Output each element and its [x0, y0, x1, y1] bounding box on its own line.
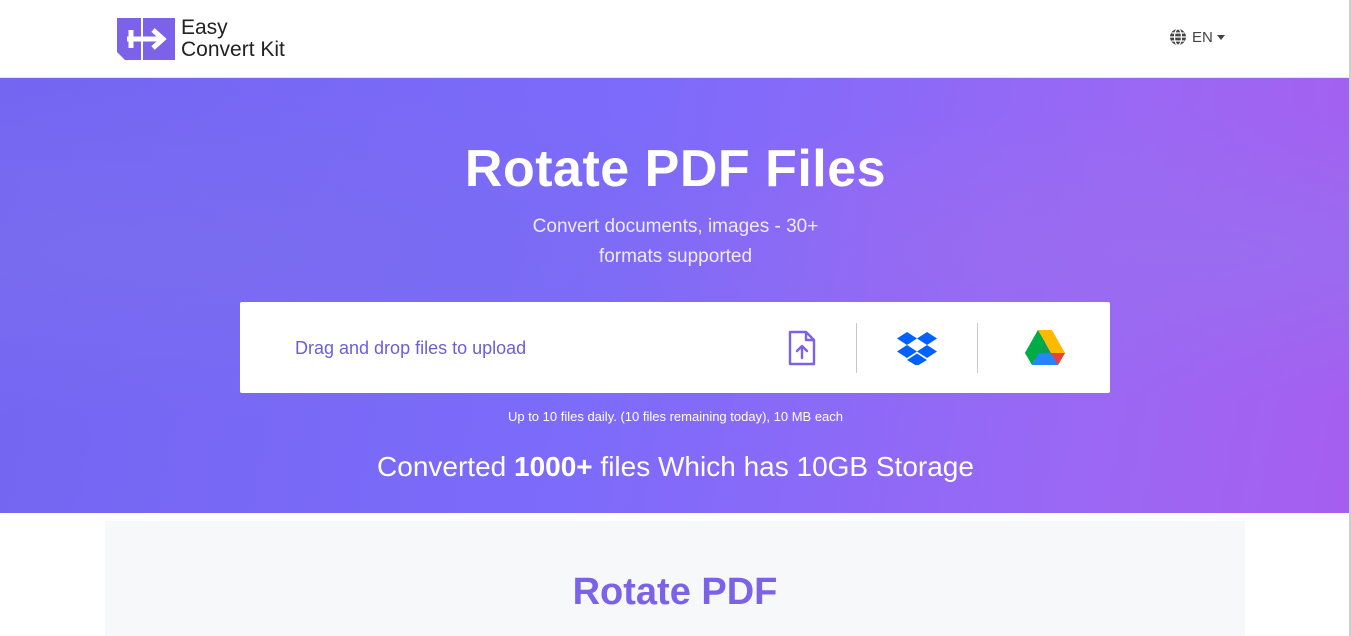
dropbox-icon	[897, 331, 937, 365]
page-title: Rotate PDF Files	[464, 140, 887, 198]
brand-name-line2: Convert Kit	[181, 38, 285, 61]
chevron-down-icon	[1216, 34, 1225, 40]
top-navbar: Easy Convert Kit EN	[0, 0, 1351, 78]
section-title: Rotate PDF	[572, 571, 778, 613]
language-label: EN	[1192, 28, 1213, 46]
hero-subtitle-line1: Convert documents, images - 30+	[532, 216, 819, 237]
hero-section: Rotate PDF Files Convert documents, imag…	[0, 78, 1351, 513]
logo-arrow-icon	[117, 18, 175, 60]
language-selector[interactable]: EN	[1169, 28, 1225, 46]
brand-name-line1: Easy	[181, 16, 228, 39]
upload-limits-text: Up to 10 files daily. (10 files remainin…	[507, 409, 844, 424]
upload-from-dropbox-button[interactable]	[892, 302, 942, 393]
stats-prefix: Converted	[377, 451, 515, 482]
file-upload-icon	[788, 330, 816, 365]
upload-from-google-drive-button[interactable]	[1020, 302, 1070, 393]
brand-logo[interactable]: Easy Convert Kit	[117, 17, 285, 61]
conversion-stats: Converted 1000+ files Which has 10GB Sto…	[0, 451, 1351, 483]
drop-files-label[interactable]: Drag and drop files to upload	[295, 338, 526, 359]
google-drive-icon	[1025, 329, 1065, 365]
brand-name: Easy Convert Kit	[181, 17, 285, 61]
upload-from-device-button[interactable]	[780, 302, 824, 393]
hero-subtitle: Convert documents, images - 30+ formats …	[0, 212, 1351, 272]
hero-subtitle-line2: formats supported	[598, 246, 753, 267]
upload-dropzone[interactable]: Drag and drop files to upload	[240, 302, 1110, 393]
upload-divider	[856, 323, 857, 373]
content-panel: Rotate PDF	[105, 521, 1245, 636]
stats-suffix: files Which has 10GB Storage	[592, 451, 974, 482]
globe-icon	[1170, 28, 1186, 46]
upload-divider	[977, 323, 978, 373]
stats-count: 1000+	[514, 451, 593, 482]
